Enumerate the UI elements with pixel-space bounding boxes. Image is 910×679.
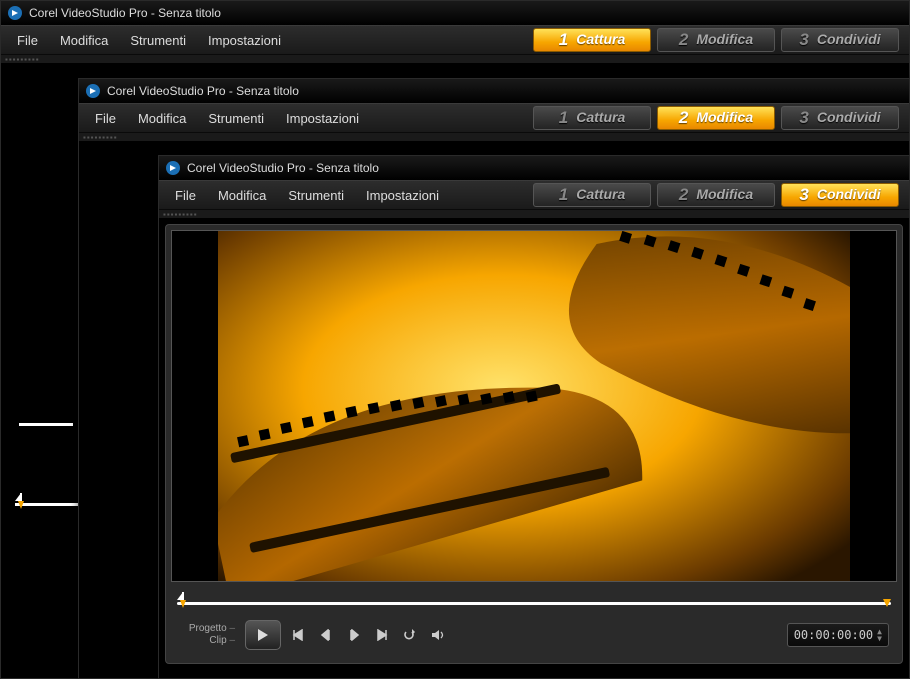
mini-seek-track	[19, 423, 73, 426]
main-menu: File Modifica Strumenti Impostazioni	[7, 29, 291, 52]
window-condividi: Corel VideoStudio Pro - Senza titolo Fil…	[158, 155, 910, 679]
endstop-icon	[883, 598, 891, 612]
panel-grip[interactable]: ▪▪▪▪▪▪▪▪▪	[159, 210, 909, 218]
mini-seek[interactable]	[15, 503, 85, 506]
topbar: File Modifica Strumenti Impostazioni 1Ca…	[159, 180, 909, 210]
timecode-stepper-icon[interactable]: ▲▼	[877, 628, 882, 642]
timecode-value: 00:00:00:00	[794, 628, 873, 642]
menu-modifica[interactable]: Modifica	[208, 184, 276, 207]
timecode-field[interactable]: 00:00:00:00 ▲▼	[787, 623, 889, 647]
app-title: Corel VideoStudio Pro - Senza titolo	[29, 6, 221, 20]
seek-bar[interactable]: [ ]	[177, 592, 891, 612]
app-icon	[165, 160, 181, 176]
menu-impostazioni[interactable]: Impostazioni	[198, 29, 291, 52]
go-start-button[interactable]	[287, 624, 309, 646]
titlebar[interactable]: Corel VideoStudio Pro - Senza titolo	[79, 79, 909, 103]
go-end-button[interactable]	[371, 624, 393, 646]
app-icon	[85, 83, 101, 99]
app-title: Corel VideoStudio Pro - Senza titolo	[107, 84, 299, 98]
transport-controls: Progetto – Clip – 00:00:00:00 ▲▼	[171, 616, 897, 658]
play-button[interactable]	[245, 620, 281, 650]
menu-strumenti[interactable]: Strumenti	[120, 29, 196, 52]
mode-toggle[interactable]: Progetto – Clip –	[179, 623, 235, 647]
step-condividi[interactable]: 3Condividi	[781, 183, 899, 207]
main-menu: File Modifica Strumenti Impostazioni	[85, 107, 369, 130]
menu-impostazioni[interactable]: Impostazioni	[276, 107, 369, 130]
step-back-button[interactable]	[315, 624, 337, 646]
main-menu: File Modifica Strumenti Impostazioni	[165, 184, 449, 207]
step-condividi[interactable]: 3Condividi	[781, 28, 899, 52]
step-cattura[interactable]: 1Cattura	[533, 28, 651, 52]
step-forward-button[interactable]	[343, 624, 365, 646]
step-modifica[interactable]: 2Modifica	[657, 106, 775, 130]
workflow-steps: 1Cattura 2Modifica 3Condividi	[533, 183, 903, 207]
step-cattura[interactable]: 1Cattura	[533, 183, 651, 207]
menu-file[interactable]: File	[165, 184, 206, 207]
menu-modifica[interactable]: Modifica	[128, 107, 196, 130]
panel-grip[interactable]: ▪▪▪▪▪▪▪▪▪	[1, 55, 909, 63]
menu-strumenti[interactable]: Strumenti	[278, 184, 354, 207]
video-canvas	[171, 230, 897, 582]
seek-track[interactable]	[177, 602, 891, 605]
panel-grip[interactable]: ▪▪▪▪▪▪▪▪▪	[79, 133, 909, 141]
menu-file[interactable]: File	[85, 107, 126, 130]
step-cattura[interactable]: 1Cattura	[533, 106, 651, 130]
menu-strumenti[interactable]: Strumenti	[198, 107, 274, 130]
workflow-steps: 1Cattura 2Modifica 3Condividi	[533, 106, 903, 130]
topbar: File Modifica Strumenti Impostazioni 1Ca…	[79, 103, 909, 133]
menu-modifica[interactable]: Modifica	[50, 29, 118, 52]
mode-clip-label: Clip	[209, 635, 226, 646]
step-modifica[interactable]: 2Modifica	[657, 183, 775, 207]
workflow-steps: 1Cattura 2Modifica 3Condividi	[533, 28, 903, 52]
repeat-button[interactable]	[399, 624, 421, 646]
mini-playhead-icon[interactable]	[15, 493, 27, 514]
titlebar[interactable]: Corel VideoStudio Pro - Senza titolo	[159, 156, 909, 180]
app-title: Corel VideoStudio Pro - Senza titolo	[187, 161, 379, 175]
app-icon	[7, 5, 23, 21]
menu-impostazioni[interactable]: Impostazioni	[356, 184, 449, 207]
volume-button[interactable]	[427, 624, 449, 646]
step-condividi[interactable]: 3Condividi	[781, 106, 899, 130]
preview-panel: [ ] Progetto – Clip – 0	[165, 224, 903, 664]
mode-project-label: Progetto	[189, 623, 227, 634]
film-reel-preview	[218, 231, 850, 581]
menu-file[interactable]: File	[7, 29, 48, 52]
playhead-icon[interactable]	[177, 592, 189, 615]
titlebar[interactable]: Corel VideoStudio Pro - Senza titolo	[1, 1, 909, 25]
step-modifica[interactable]: 2Modifica	[657, 28, 775, 52]
topbar: File Modifica Strumenti Impostazioni 1Ca…	[1, 25, 909, 55]
